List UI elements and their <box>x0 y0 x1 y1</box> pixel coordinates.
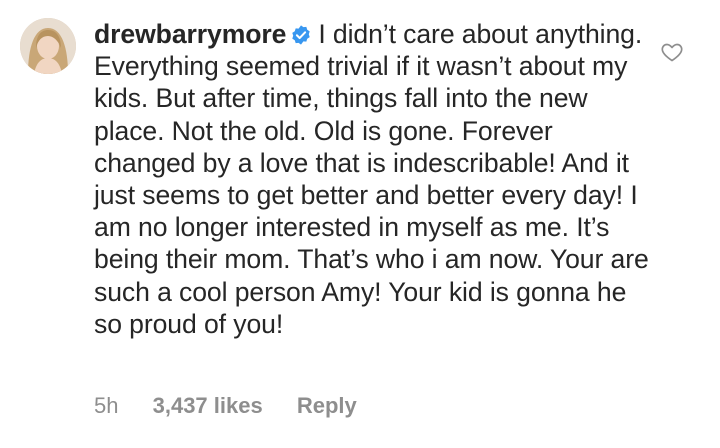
reply-button[interactable]: Reply <box>297 393 357 419</box>
comment-text-block: drewbarrymore I didn’t care about anythin… <box>94 18 654 340</box>
comment-body: drewbarrymore I didn’t care about anythin… <box>94 18 654 340</box>
comment-text: I didn’t care about anything. Everything… <box>94 19 649 339</box>
avatar[interactable] <box>20 18 76 74</box>
avatar-image <box>20 18 76 74</box>
heart-outline-icon[interactable] <box>660 40 684 64</box>
comment: drewbarrymore I didn’t care about anythin… <box>0 0 720 448</box>
username-link[interactable]: drewbarrymore <box>94 19 286 49</box>
comment-meta: 5h 3,437 likes Reply <box>94 393 357 419</box>
likes-count[interactable]: 3,437 likes <box>153 393 263 419</box>
comment-time[interactable]: 5h <box>94 393 118 419</box>
verified-badge-icon <box>292 25 311 45</box>
